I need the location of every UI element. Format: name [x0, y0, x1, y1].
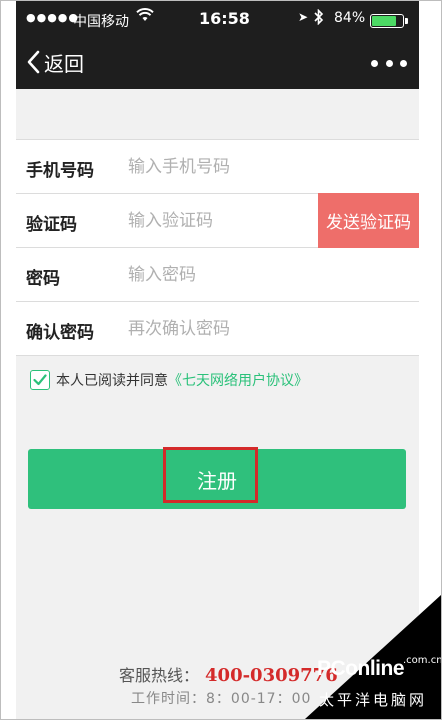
- agreement-checkbox[interactable]: [30, 370, 50, 390]
- watermark-brand: PConline: [317, 657, 405, 681]
- confirm-password-input[interactable]: [128, 312, 308, 346]
- location-arrow-icon: ➤: [298, 10, 309, 24]
- agreement-link[interactable]: 《七天网络用户协议》: [168, 370, 308, 390]
- battery-icon: [370, 14, 408, 28]
- agreement: 本人已阅读并同意 《七天网络用户协议》: [30, 368, 308, 392]
- password-row: 密码: [16, 248, 419, 302]
- chevron-left-icon: [26, 50, 40, 74]
- back-label: 返回: [44, 51, 84, 76]
- watermark-logo: PConline .com.cn 太平洋电脑网: [317, 655, 442, 719]
- clock: 16:58: [199, 9, 250, 28]
- checkmark-icon: [33, 374, 47, 386]
- code-input[interactable]: [128, 204, 308, 238]
- more-dot-icon: [400, 59, 407, 67]
- send-code-button[interactable]: 发送验证码: [318, 193, 419, 248]
- password-input[interactable]: [128, 258, 308, 292]
- more-dot-icon: [385, 59, 393, 67]
- carrier-name: 中国移动: [73, 14, 129, 30]
- watermark-brand-name: PConline: [317, 657, 405, 680]
- phone-label: 手机号码: [26, 161, 94, 181]
- confirm-password-label: 确认密码: [26, 323, 94, 343]
- more-options-button[interactable]: [371, 53, 407, 73]
- hotline-label: 客服热线：: [119, 666, 200, 685]
- code-row: 验证码 发送验证码: [16, 193, 419, 248]
- battery-percent: 84%: [334, 10, 366, 26]
- top-bar: ●●●●● 中国移动 16:58 ➤ 84% 返回: [16, 1, 419, 89]
- working-hours: 工作时间：8：00-17：00: [131, 691, 312, 707]
- phone-input[interactable]: [128, 150, 308, 184]
- agreement-text: 本人已阅读并同意: [56, 373, 168, 389]
- nav-bar: 返回: [16, 41, 419, 85]
- watermark-suffix: .com.cn: [403, 655, 442, 666]
- phone-row: 手机号码: [16, 140, 419, 194]
- back-button[interactable]: 返回: [26, 47, 84, 77]
- register-form: 手机号码 验证码 发送验证码 密码 确认密码: [16, 139, 419, 356]
- confirm-password-row: 确认密码: [16, 302, 419, 356]
- password-label: 密码: [26, 269, 60, 289]
- code-label: 验证码: [26, 215, 77, 235]
- register-button[interactable]: 注册: [28, 449, 406, 509]
- wifi-icon: [136, 7, 154, 27]
- battery-fill: [372, 16, 396, 26]
- status-bar: ●●●●● 中国移动 16:58 ➤ 84%: [16, 7, 419, 35]
- bluetooth-icon: [314, 8, 324, 29]
- screenshot-frame: ●●●●● 中国移动 16:58 ➤ 84% 返回 手机号码 输入手机号码 验证…: [0, 0, 442, 720]
- signal-strength: ●●●●●: [26, 11, 79, 24]
- battery-nub: [405, 18, 408, 24]
- watermark-cn: 太平洋电脑网: [319, 691, 428, 709]
- more-dot-icon: [371, 59, 378, 67]
